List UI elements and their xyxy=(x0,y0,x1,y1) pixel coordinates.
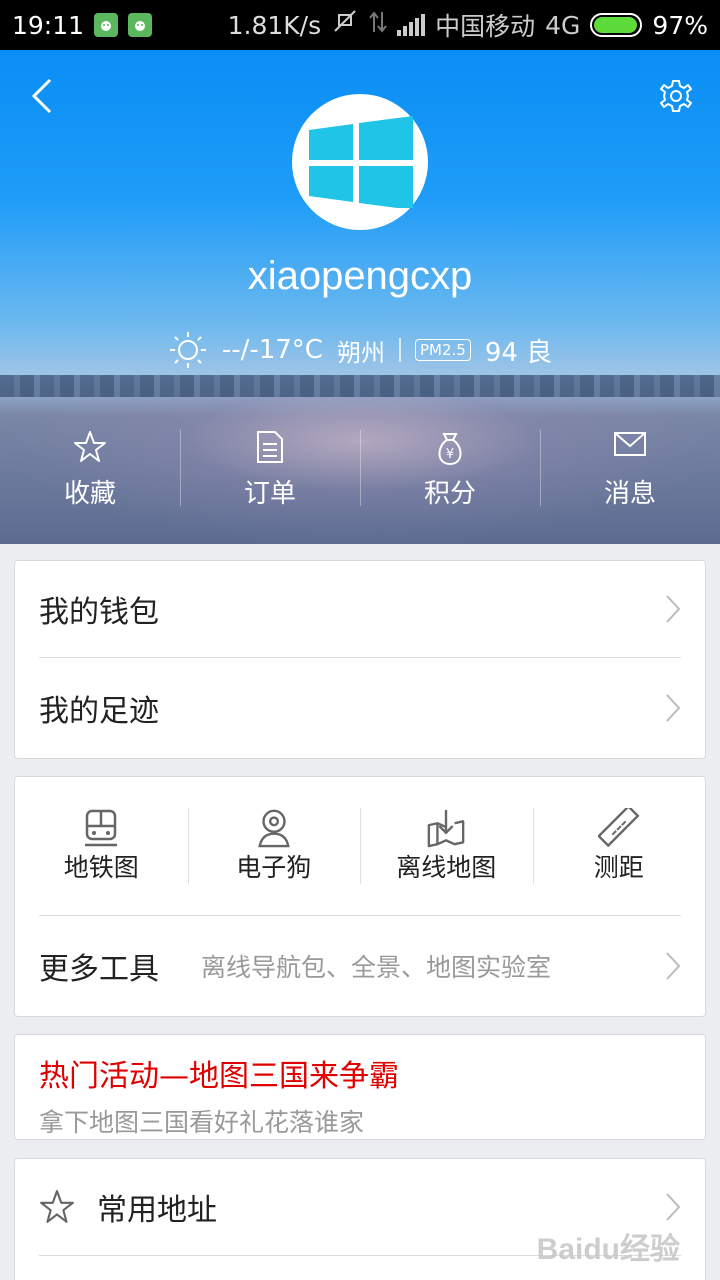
favorites-button[interactable]: 收藏 xyxy=(0,430,180,510)
offline-map-label: 离线地图 xyxy=(396,853,497,882)
air-quality: 94 良 xyxy=(484,337,553,368)
points-button[interactable]: ¥ 积分 xyxy=(360,430,540,510)
tools-card: 地铁图 电子狗 离线地图 测距 更多工具 离线导航包、全景、地图实验室 xyxy=(14,776,706,1017)
my-wallet-row[interactable]: 我的钱包 xyxy=(15,561,705,657)
my-wallet-label: 我的钱包 xyxy=(39,595,159,630)
wallet-card: 我的钱包 我的足迹 xyxy=(14,560,706,759)
more-tools-title: 更多工具 xyxy=(39,952,159,987)
speed-camera-button[interactable]: 电子狗 xyxy=(187,808,361,884)
subway-map-button[interactable]: 地铁图 xyxy=(15,808,188,884)
document-icon xyxy=(257,431,283,463)
windows-logo-icon xyxy=(309,116,413,208)
profile-header: xiaopengcxp --/-17°C 朔州 PM2.5 94 良 收藏 订单… xyxy=(0,50,720,544)
orders-button[interactable]: 订单 xyxy=(180,430,360,510)
common-address-label: 常用地址 xyxy=(97,1193,217,1228)
chevron-right-icon xyxy=(666,952,681,980)
svg-text:¥: ¥ xyxy=(446,447,454,462)
data-arrows-icon xyxy=(369,10,387,40)
points-label: 积分 xyxy=(423,479,476,509)
messages-button[interactable]: 消息 xyxy=(540,430,720,510)
carrier-name: 中国移动 xyxy=(435,12,536,41)
mute-vibrate-icon xyxy=(331,9,359,41)
subway-map-label: 地铁图 xyxy=(63,853,139,882)
messages-label: 消息 xyxy=(603,479,656,509)
money-bag-icon: ¥ xyxy=(438,433,462,466)
android-notification-icon xyxy=(94,13,119,37)
offline-map-button[interactable]: 离线地图 xyxy=(360,808,533,884)
quick-actions: 收藏 订单 ¥ 积分 消息 xyxy=(0,430,720,510)
avatar[interactable] xyxy=(292,94,428,230)
baidu-watermark: Baidu经验 xyxy=(536,1233,680,1266)
envelope-icon xyxy=(614,432,646,456)
camera-icon xyxy=(258,809,290,848)
chevron-right-icon xyxy=(666,595,681,623)
temperature: --/-17°C xyxy=(221,335,323,365)
username: xiaopengcxp xyxy=(247,254,473,298)
sun-icon xyxy=(169,332,206,368)
more-tools-description: 离线导航包、全景、地图实验室 xyxy=(201,953,552,982)
my-footprint-label: 我的足迹 xyxy=(39,694,159,729)
signal-strength-icon xyxy=(397,14,426,36)
favorites-label: 收藏 xyxy=(63,479,116,509)
measure-distance-label: 测距 xyxy=(593,853,644,882)
my-footprint-row[interactable]: 我的足迹 xyxy=(15,658,705,758)
ruler-icon xyxy=(597,808,640,848)
city-name: 朔州 xyxy=(336,338,385,367)
network-type: 4G xyxy=(545,10,581,40)
tools-grid: 地铁图 电子狗 离线地图 测距 xyxy=(15,777,705,915)
measure-distance-button[interactable]: 测距 xyxy=(532,808,706,884)
subway-icon xyxy=(85,809,118,847)
pm25-badge: PM2.5 xyxy=(414,339,471,361)
weather-bar[interactable]: --/-17°C 朔州 PM2.5 94 良 xyxy=(0,330,720,370)
gear-icon xyxy=(660,80,692,112)
more-tools-row[interactable]: 更多工具 离线导航包、全景、地图实验室 xyxy=(15,916,705,1016)
status-bar: 19:11 1.81K/s 中国移动 4G 97% xyxy=(0,0,720,50)
chevron-right-icon xyxy=(666,694,681,722)
settings-button[interactable] xyxy=(656,76,696,116)
network-speed: 1.81K/s xyxy=(227,10,322,40)
back-button[interactable] xyxy=(22,76,62,116)
star-icon xyxy=(39,1189,75,1225)
chevron-right-icon xyxy=(666,1193,681,1221)
star-icon xyxy=(74,431,106,462)
battery-icon xyxy=(590,13,643,37)
weather-divider xyxy=(398,338,401,362)
promo-subtitle: 拿下地图三国看好礼花落谁家 xyxy=(39,1108,365,1137)
battery-percent: 97% xyxy=(652,10,708,40)
android-notification-icon xyxy=(128,13,153,37)
speed-camera-label: 电子狗 xyxy=(236,853,312,882)
clock: 19:11 xyxy=(12,10,85,40)
skyline-decoration xyxy=(0,375,720,397)
promo-banner[interactable]: 热门活动—地图三国来争霸 拿下地图三国看好礼花落谁家 xyxy=(14,1034,706,1140)
orders-label: 订单 xyxy=(243,479,296,509)
promo-title: 热门活动—地图三国来争霸 xyxy=(39,1059,399,1094)
chevron-left-icon xyxy=(31,78,52,114)
offline-map-icon xyxy=(427,809,465,848)
